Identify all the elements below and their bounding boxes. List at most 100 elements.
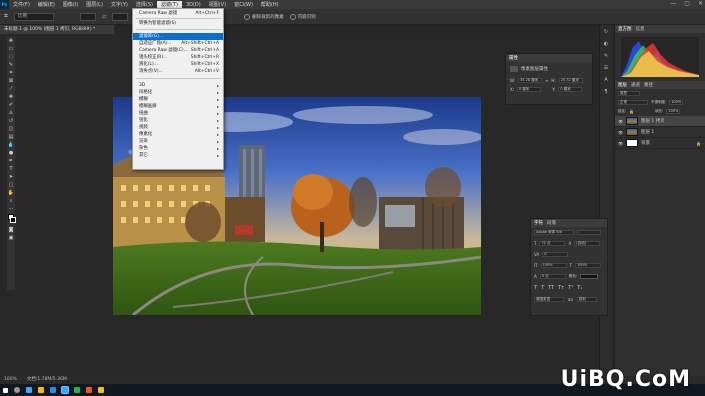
layer-row[interactable]: 👁 图层 1 拷贝: [615, 116, 705, 127]
minimize-button[interactable]: —: [670, 0, 676, 7]
close-button[interactable]: ✕: [698, 0, 703, 7]
menu-item-adaptive-wide-angle[interactable]: 自适应广角(A)... Alt+Shift+Ctrl+A: [133, 40, 223, 47]
height-input[interactable]: 20.32 厘米: [558, 78, 583, 83]
width-field[interactable]: [79, 12, 96, 21]
x-input[interactable]: 0 厘米: [517, 87, 542, 92]
character-icon[interactable]: A: [602, 77, 610, 85]
menu-item-render[interactable]: 渲染 ▸: [133, 138, 223, 145]
gradient-tool-icon[interactable]: ▤: [7, 133, 15, 140]
menu-item-other[interactable]: 其它 ▸: [133, 152, 223, 159]
screen-mode-icon[interactable]: ▣: [7, 234, 15, 241]
antialias-select[interactable]: 锐利: [576, 297, 597, 302]
brush-tool-icon[interactable]: ✐: [7, 101, 15, 108]
menu-item-distort[interactable]: 扭曲 ▸: [133, 110, 223, 117]
menu-view[interactable]: 视图(V): [205, 1, 230, 8]
link-icon[interactable]: ∞: [545, 78, 548, 83]
font-family-select[interactable]: Adobe 宋体 Std: [534, 230, 574, 235]
menu-item-video[interactable]: 视频 ▸: [133, 124, 223, 131]
layer-kind-filter[interactable]: 类型: [618, 91, 640, 96]
faux-bold-icon[interactable]: T: [534, 285, 537, 291]
menu-file[interactable]: 文件(F): [9, 1, 34, 8]
menu-item-blur-gallery[interactable]: 模糊画廊 ▸: [133, 103, 223, 110]
menu-window[interactable]: 窗口(W): [230, 1, 257, 8]
app-icon[interactable]: [86, 387, 92, 393]
properties-icon[interactable]: ☰: [602, 65, 610, 73]
menu-item-lens-correction[interactable]: 镜头校正(R)... Shift+Ctrl+R: [133, 54, 223, 61]
fill-input[interactable]: 100%: [666, 109, 681, 114]
superscript-icon[interactable]: T¹: [568, 285, 573, 291]
clone-stamp-icon[interactable]: ♙: [7, 109, 15, 116]
crop-tool-icon[interactable]: ⌗: [7, 69, 15, 76]
menu-item-stylize[interactable]: 风格化 ▸: [133, 89, 223, 96]
menu-item-camera-raw-last[interactable]: Camera Raw 滤镜 Alt+Ctrl+F: [133, 10, 223, 17]
task-view-icon[interactable]: [26, 387, 32, 393]
background-color-swatch[interactable]: [10, 217, 16, 223]
menu-item-vanishing-point[interactable]: 消失点(V)... Alt+Ctrl+V: [133, 68, 223, 75]
folder-icon[interactable]: [98, 387, 104, 393]
quick-mask-icon[interactable]: ◙: [7, 226, 15, 233]
menu-item-pixelate[interactable]: 像素化 ▸: [133, 131, 223, 138]
menu-edit[interactable]: 编辑(E): [34, 1, 59, 8]
maximize-button[interactable]: ▢: [684, 0, 690, 7]
small-caps-icon[interactable]: Tт: [558, 285, 564, 291]
visibility-eye-icon[interactable]: 👁: [618, 119, 623, 124]
tab-paths[interactable]: 路径: [644, 82, 653, 88]
tab-layers[interactable]: 图层: [618, 82, 627, 88]
language-select[interactable]: 美国英语: [534, 297, 564, 302]
swap-icon[interactable]: ⇄: [102, 14, 106, 20]
ratio-select[interactable]: 比例: [13, 12, 54, 21]
font-style-select[interactable]: -: [577, 230, 601, 235]
dodge-tool-icon[interactable]: ●: [7, 149, 15, 156]
tab-info[interactable]: 信息: [636, 26, 645, 32]
search-icon[interactable]: [14, 387, 20, 393]
pen-tool-icon[interactable]: ✒: [7, 157, 15, 164]
tab-channels[interactable]: 通道: [631, 82, 640, 88]
text-color-swatch[interactable]: [579, 274, 598, 279]
menu-item-blur[interactable]: 模糊 ▸: [133, 96, 223, 103]
subscript-icon[interactable]: T₁: [577, 285, 582, 291]
tracking-input[interactable]: 0: [542, 252, 569, 257]
zoom-tool-icon[interactable]: ⌕: [7, 197, 15, 204]
brush-preset-icon[interactable]: ✎: [602, 53, 610, 61]
lasso-tool-icon[interactable]: ◌: [7, 53, 15, 60]
width-input[interactable]: 35.28 厘米: [518, 78, 543, 83]
file-explorer-icon[interactable]: [38, 387, 44, 393]
healing-brush-icon[interactable]: ✚: [7, 93, 15, 100]
photoshop-taskbar-icon[interactable]: [61, 386, 69, 394]
browser-icon[interactable]: [50, 387, 56, 393]
menu-filter[interactable]: 滤镜(T): [156, 1, 182, 8]
blur-tool-icon[interactable]: 💧: [7, 141, 15, 148]
adjust-icon[interactable]: ◐: [602, 41, 610, 49]
leading-input[interactable]: (自动): [574, 241, 601, 246]
content-aware-checkbox[interactable]: [289, 13, 296, 20]
faux-italic-icon[interactable]: T: [541, 285, 544, 291]
menu-help[interactable]: 帮助(H): [257, 1, 283, 8]
menu-select[interactable]: 选择(S): [132, 1, 157, 8]
paragraph-icon[interactable]: ¶: [602, 89, 610, 97]
menu-item-convert-smart-filter[interactable]: 转换为智能滤镜(S): [133, 20, 223, 27]
font-size-input[interactable]: 72 点: [539, 241, 566, 246]
rectangle-tool-icon[interactable]: ▢: [7, 181, 15, 188]
more-tools-icon[interactable]: ⋯: [7, 205, 15, 212]
quick-select-tool-icon[interactable]: ✎: [7, 61, 15, 68]
eraser-tool-icon[interactable]: ◫: [7, 125, 15, 132]
move-tool-icon[interactable]: ✥: [7, 37, 15, 44]
path-select-icon[interactable]: ➤: [7, 173, 15, 180]
y-input[interactable]: 0 厘米: [558, 87, 583, 92]
layer-row[interactable]: 👁 背景 🔒: [615, 138, 705, 149]
crop-tool-icon[interactable]: ⌗: [4, 12, 8, 21]
wechat-icon[interactable]: [74, 387, 80, 393]
history-brush-icon[interactable]: ↺: [7, 117, 15, 124]
hand-tool-icon[interactable]: ✋: [7, 189, 15, 196]
menu-item-filter-gallery[interactable]: 滤镜库(G)...: [133, 33, 223, 40]
menu-item-camera-raw[interactable]: Camera Raw 滤镜(C)... Shift+Ctrl+A: [133, 47, 223, 54]
delete-cropped-checkbox[interactable]: [244, 13, 251, 20]
menu-item-liquify[interactable]: 液化(L)... Shift+Ctrl+X: [133, 61, 223, 68]
menu-item-3d[interactable]: 3D ▸: [133, 82, 223, 89]
tab-paragraph[interactable]: 段落: [547, 220, 556, 226]
opacity-input[interactable]: 100%: [669, 100, 684, 105]
all-caps-icon[interactable]: TT: [548, 285, 554, 291]
visibility-eye-icon[interactable]: 👁: [618, 130, 623, 135]
marquee-tool-icon[interactable]: ▭: [7, 45, 15, 52]
visibility-eye-icon[interactable]: 👁: [618, 141, 623, 146]
